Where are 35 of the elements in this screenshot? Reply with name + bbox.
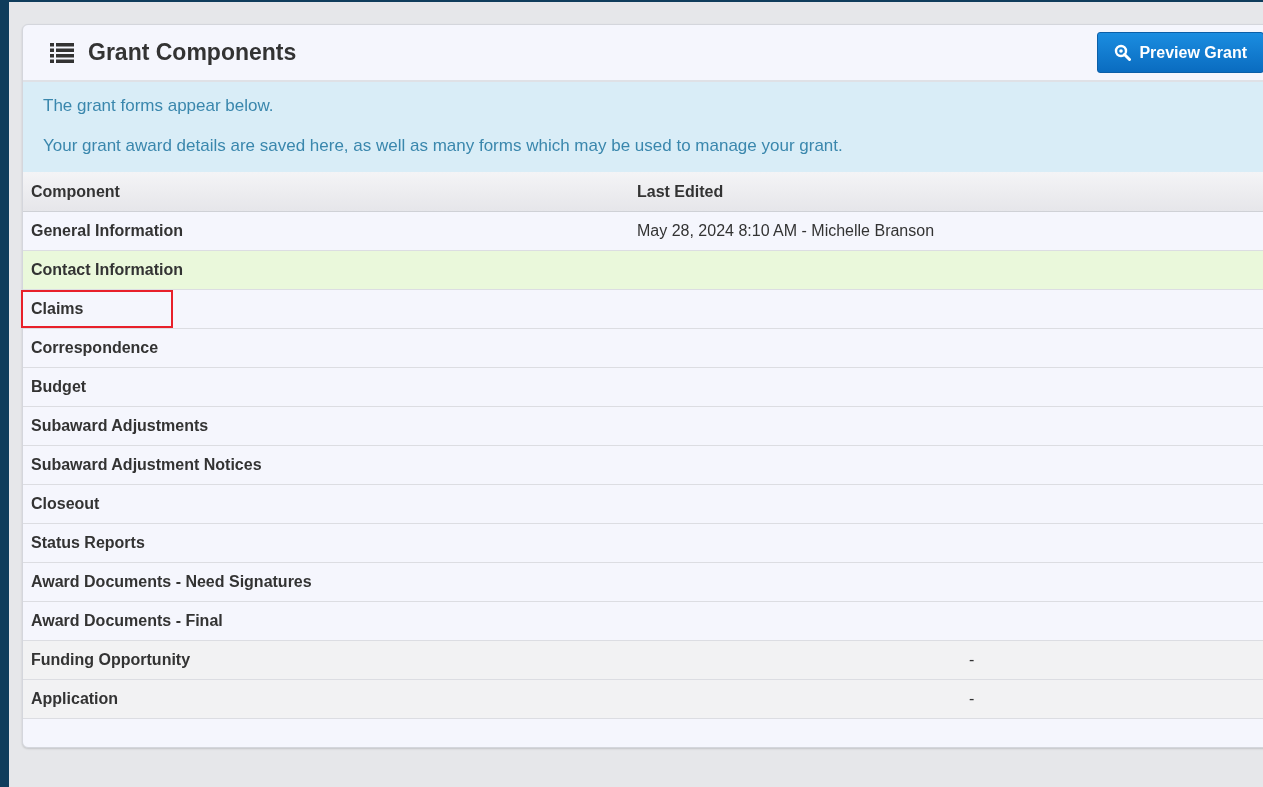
table-row[interactable]: Status Reports <box>23 524 1263 563</box>
table-cell[interactable]: Subaward Adjustments <box>23 417 209 435</box>
table-row[interactable]: Budget <box>23 368 1263 407</box>
notice-text: Your grant award details are saved here, as well as many forms which may be used to manage your grant. <box>43 136 844 156</box>
table-cell[interactable]: Funding Opportunity <box>23 651 191 669</box>
table-cell[interactable]: Award Documents - Need Signatures <box>23 573 312 591</box>
table-row[interactable]: Claims <box>23 290 1263 329</box>
table-cell[interactable]: Award Documents - Final <box>23 612 223 630</box>
table-cell[interactable]: Budget <box>23 378 87 396</box>
preview-grant-button[interactable]: Preview Grant <box>1097 32 1263 73</box>
table-cell-text: - <box>968 651 976 669</box>
column-header: Component <box>30 182 121 201</box>
table-row[interactable]: Subaward Adjustment Notices <box>23 446 1263 485</box>
selected-table-row[interactable]: Contact Information <box>23 251 1263 290</box>
table-cell[interactable]: Contact Information <box>23 261 183 279</box>
zoom-icon <box>1114 44 1132 61</box>
table-cell[interactable]: Status Reports <box>23 534 145 552</box>
table-cell[interactable]: Correspondence <box>23 339 159 357</box>
table-cell-text: May 28, 2024 8:10 AM - Michelle Branson <box>636 222 936 240</box>
table-cell[interactable]: Subaward Adjustment Notices <box>23 456 262 474</box>
table-cell[interactable]: Closeout <box>23 495 100 513</box>
column-header: Last Edited <box>636 182 725 201</box>
table-row[interactable]: Application - <box>23 680 1263 719</box>
outlined-table-cell[interactable]: Claims <box>23 292 172 326</box>
table-cell[interactable]: Application <box>23 690 119 708</box>
table-row[interactable]: Funding Opportunity - <box>23 641 1263 680</box>
panel-title: Grant Components <box>88 39 298 66</box>
table-cell[interactable]: General Information <box>23 222 184 240</box>
table-row[interactable]: Award Documents - Need Signatures <box>23 563 1263 602</box>
table-row[interactable]: Subaward Adjustments <box>23 407 1263 446</box>
table-row[interactable]: Closeout <box>23 485 1263 524</box>
table-row[interactable]: Correspondence <box>23 329 1263 368</box>
list-icon <box>50 42 74 63</box>
notice-text: The grant forms appear below. <box>43 96 275 116</box>
table-cell-text: - <box>968 690 976 708</box>
